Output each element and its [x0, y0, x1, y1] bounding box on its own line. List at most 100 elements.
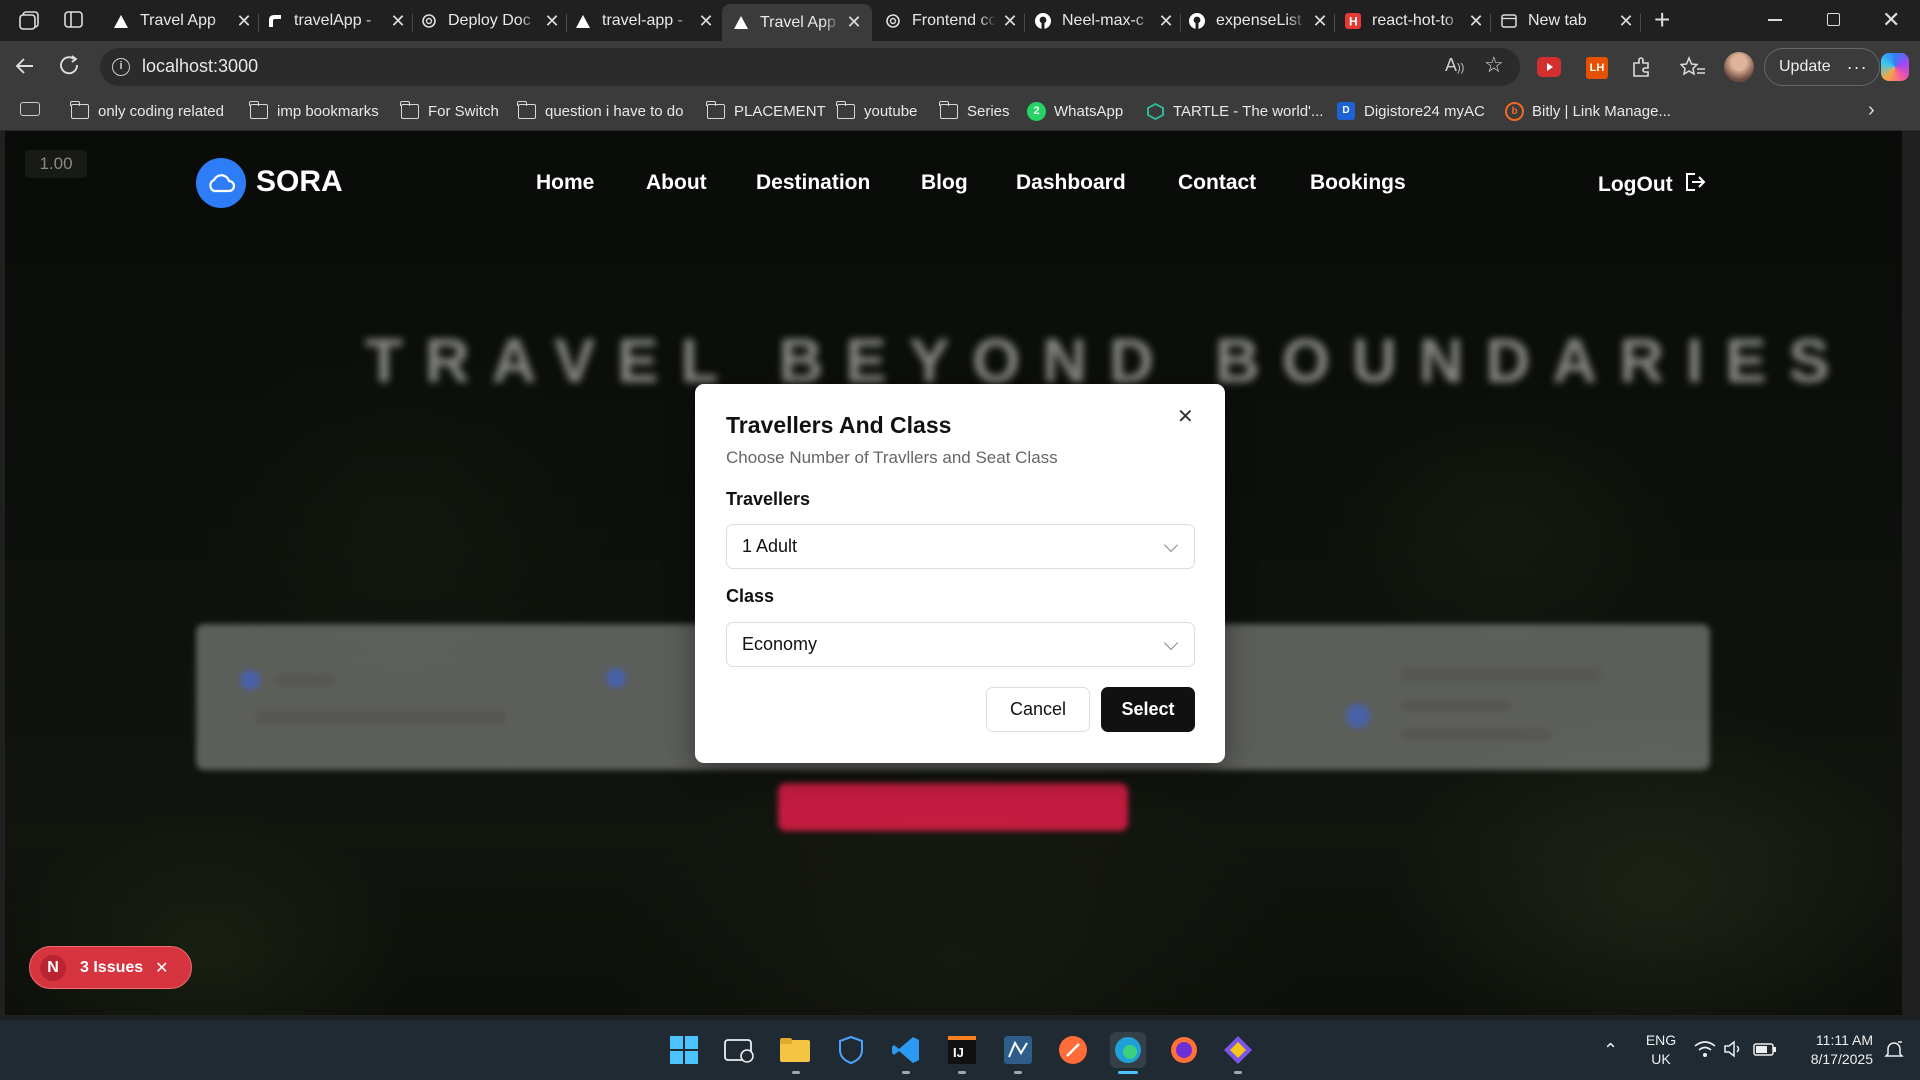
- close-tab-icon[interactable]: ✕: [390, 11, 406, 32]
- github-icon: [1188, 12, 1206, 30]
- vertical-tabs-icon[interactable]: [63, 9, 85, 31]
- close-tab-icon[interactable]: ✕: [1618, 11, 1634, 32]
- extensions-puzzle-icon[interactable]: [1630, 55, 1654, 84]
- close-tab-icon[interactable]: ✕: [846, 12, 862, 33]
- input-language[interactable]: ENG UK: [1641, 1031, 1681, 1069]
- bookmark-digistore[interactable]: D Digistore24 myAC: [1337, 99, 1485, 123]
- mysql-workbench-icon[interactable]: [1000, 1032, 1036, 1068]
- close-tab-icon[interactable]: ✕: [698, 11, 714, 32]
- close-tab-icon[interactable]: ✕: [544, 11, 560, 32]
- travellers-select[interactable]: 1 Adult: [726, 524, 1195, 569]
- reload-icon[interactable]: [57, 53, 83, 84]
- favorites-icon[interactable]: [1679, 55, 1706, 84]
- close-tab-icon[interactable]: ✕: [1312, 11, 1328, 32]
- copilot-icon[interactable]: [1881, 53, 1909, 81]
- bookmark-whatsapp[interactable]: 2 WhatsApp: [1027, 99, 1123, 123]
- lighthouse-extension-icon[interactable]: LH: [1586, 57, 1608, 79]
- dialog-title: Travellers And Class: [726, 412, 952, 438]
- bookmark-placement[interactable]: PLACEMENT: [706, 99, 826, 123]
- task-view-icon[interactable]: [722, 1032, 758, 1068]
- minimize-icon[interactable]: [1768, 19, 1782, 21]
- bookmark-question[interactable]: question i have to do: [517, 99, 683, 123]
- nav-destination[interactable]: Destination: [756, 171, 870, 195]
- update-button[interactable]: Update ···: [1764, 48, 1880, 86]
- tab-travel-app-active[interactable]: Travel App ✕: [722, 4, 872, 41]
- nextjs-issues-badge[interactable]: N 3 Issues ✕: [29, 946, 192, 989]
- bookmark-youtube[interactable]: youtube: [836, 99, 917, 123]
- windows-start-icon[interactable]: [666, 1032, 702, 1068]
- workspaces-icon[interactable]: [18, 9, 44, 31]
- notifications-bell-icon[interactable]: [1884, 1040, 1904, 1065]
- nav-home[interactable]: Home: [536, 171, 594, 195]
- nav-contact[interactable]: Contact: [1178, 171, 1256, 195]
- bookmark-bitly[interactable]: b Bitly | Link Manage...: [1505, 99, 1671, 123]
- bookmark-series[interactable]: Series: [939, 99, 1010, 123]
- cloud-logo-icon[interactable]: [196, 158, 246, 208]
- intellij-icon[interactable]: IJ: [944, 1032, 980, 1068]
- file-explorer-icon[interactable]: [777, 1032, 813, 1068]
- tab-travel-app-1[interactable]: Travel App ✕: [112, 4, 252, 38]
- close-tab-icon[interactable]: ✕: [1468, 11, 1484, 32]
- tab-new-tab[interactable]: New tab ✕: [1500, 4, 1634, 38]
- app-shield-icon[interactable]: [833, 1032, 869, 1068]
- nav-dashboard[interactable]: Dashboard: [1016, 171, 1126, 195]
- issues-count[interactable]: 3 Issues: [80, 959, 143, 977]
- git-app-icon[interactable]: [1220, 1032, 1256, 1068]
- close-tab-icon[interactable]: ✕: [1002, 11, 1018, 32]
- firefox-icon[interactable]: [1166, 1032, 1202, 1068]
- youtube-extension-icon[interactable]: [1537, 57, 1561, 77]
- site-info-icon[interactable]: i: [112, 58, 130, 76]
- favorite-star-icon[interactable]: ☆: [1484, 52, 1504, 78]
- tab-deploy-doc[interactable]: Deploy Doc ✕: [420, 4, 560, 38]
- bookmark-only-coding[interactable]: only coding related: [70, 99, 224, 123]
- tab-github-expenselist[interactable]: expenseList ✕: [1188, 4, 1328, 38]
- tab-travel-app-vercel[interactable]: travel-app - ✕: [574, 4, 714, 38]
- volume-icon[interactable]: [1723, 1039, 1745, 1064]
- bookmarks-overflow-chevron-icon[interactable]: ›: [1868, 99, 1875, 122]
- edge-browser-icon[interactable]: [1110, 1032, 1146, 1068]
- address-bar[interactable]: i localhost:3000 A)) ☆: [100, 48, 1520, 86]
- bookmark-imp[interactable]: imp bookmarks: [249, 99, 379, 123]
- tab-label: Neel-max-c: [1062, 12, 1144, 29]
- tab-travelapp-render[interactable]: travelApp - ✕: [266, 4, 406, 38]
- profile-avatar[interactable]: [1724, 52, 1754, 82]
- logout-button[interactable]: LogOut: [1598, 171, 1707, 198]
- cancel-button[interactable]: Cancel: [986, 687, 1090, 732]
- close-tab-icon[interactable]: ✕: [236, 11, 252, 32]
- wifi-icon[interactable]: [1694, 1040, 1716, 1063]
- bookmark-label: imp bookmarks: [277, 102, 379, 120]
- close-window-icon[interactable]: ✕: [1882, 7, 1900, 33]
- close-tab-icon[interactable]: ✕: [1158, 11, 1174, 32]
- new-tab-plus-icon[interactable]: +: [1654, 6, 1670, 34]
- from-value-placeholder: [256, 710, 506, 724]
- select-button[interactable]: Select: [1101, 687, 1195, 732]
- bookmark-tartle[interactable]: TARTLE - The world'...: [1147, 99, 1323, 123]
- read-aloud-icon[interactable]: A)): [1445, 55, 1464, 76]
- brand-name[interactable]: SORA: [256, 165, 343, 199]
- vscode-icon[interactable]: [888, 1032, 924, 1068]
- tab-label: expenseList: [1216, 12, 1302, 29]
- postman-icon[interactable]: [1055, 1032, 1091, 1068]
- bookmark-for-switch[interactable]: For Switch: [400, 99, 499, 123]
- reading-view-icon[interactable]: [20, 102, 40, 116]
- nav-bookings[interactable]: Bookings: [1310, 171, 1406, 195]
- nav-blog[interactable]: Blog: [921, 171, 968, 195]
- restore-icon[interactable]: [1827, 13, 1840, 26]
- tab-github-neel[interactable]: Neel-max-c ✕: [1034, 4, 1174, 38]
- folder-icon: [249, 100, 268, 119]
- nav-about[interactable]: About: [646, 171, 707, 195]
- vercel-triangle-icon: [112, 12, 130, 30]
- newtab-icon: [1500, 12, 1518, 30]
- close-dialog-icon[interactable]: ✕: [1177, 404, 1194, 429]
- back-arrow-icon[interactable]: [12, 53, 38, 84]
- show-hidden-icons-chevron-icon[interactable]: ⌃: [1603, 1040, 1618, 1061]
- travellers-label: Travellers: [726, 489, 811, 509]
- close-issues-icon[interactable]: ✕: [155, 958, 168, 978]
- more-options-icon[interactable]: ···: [1847, 57, 1868, 78]
- system-clock[interactable]: 11:11 AM 8/17/2025: [1783, 1031, 1873, 1069]
- url-text[interactable]: localhost:3000: [142, 56, 258, 77]
- tab-react-hot-toast[interactable]: H react-hot-to ✕: [1344, 4, 1484, 38]
- class-select[interactable]: Economy: [726, 622, 1195, 667]
- tab-frontend[interactable]: Frontend cc ✕: [884, 4, 1018, 38]
- battery-icon[interactable]: [1753, 1041, 1777, 1062]
